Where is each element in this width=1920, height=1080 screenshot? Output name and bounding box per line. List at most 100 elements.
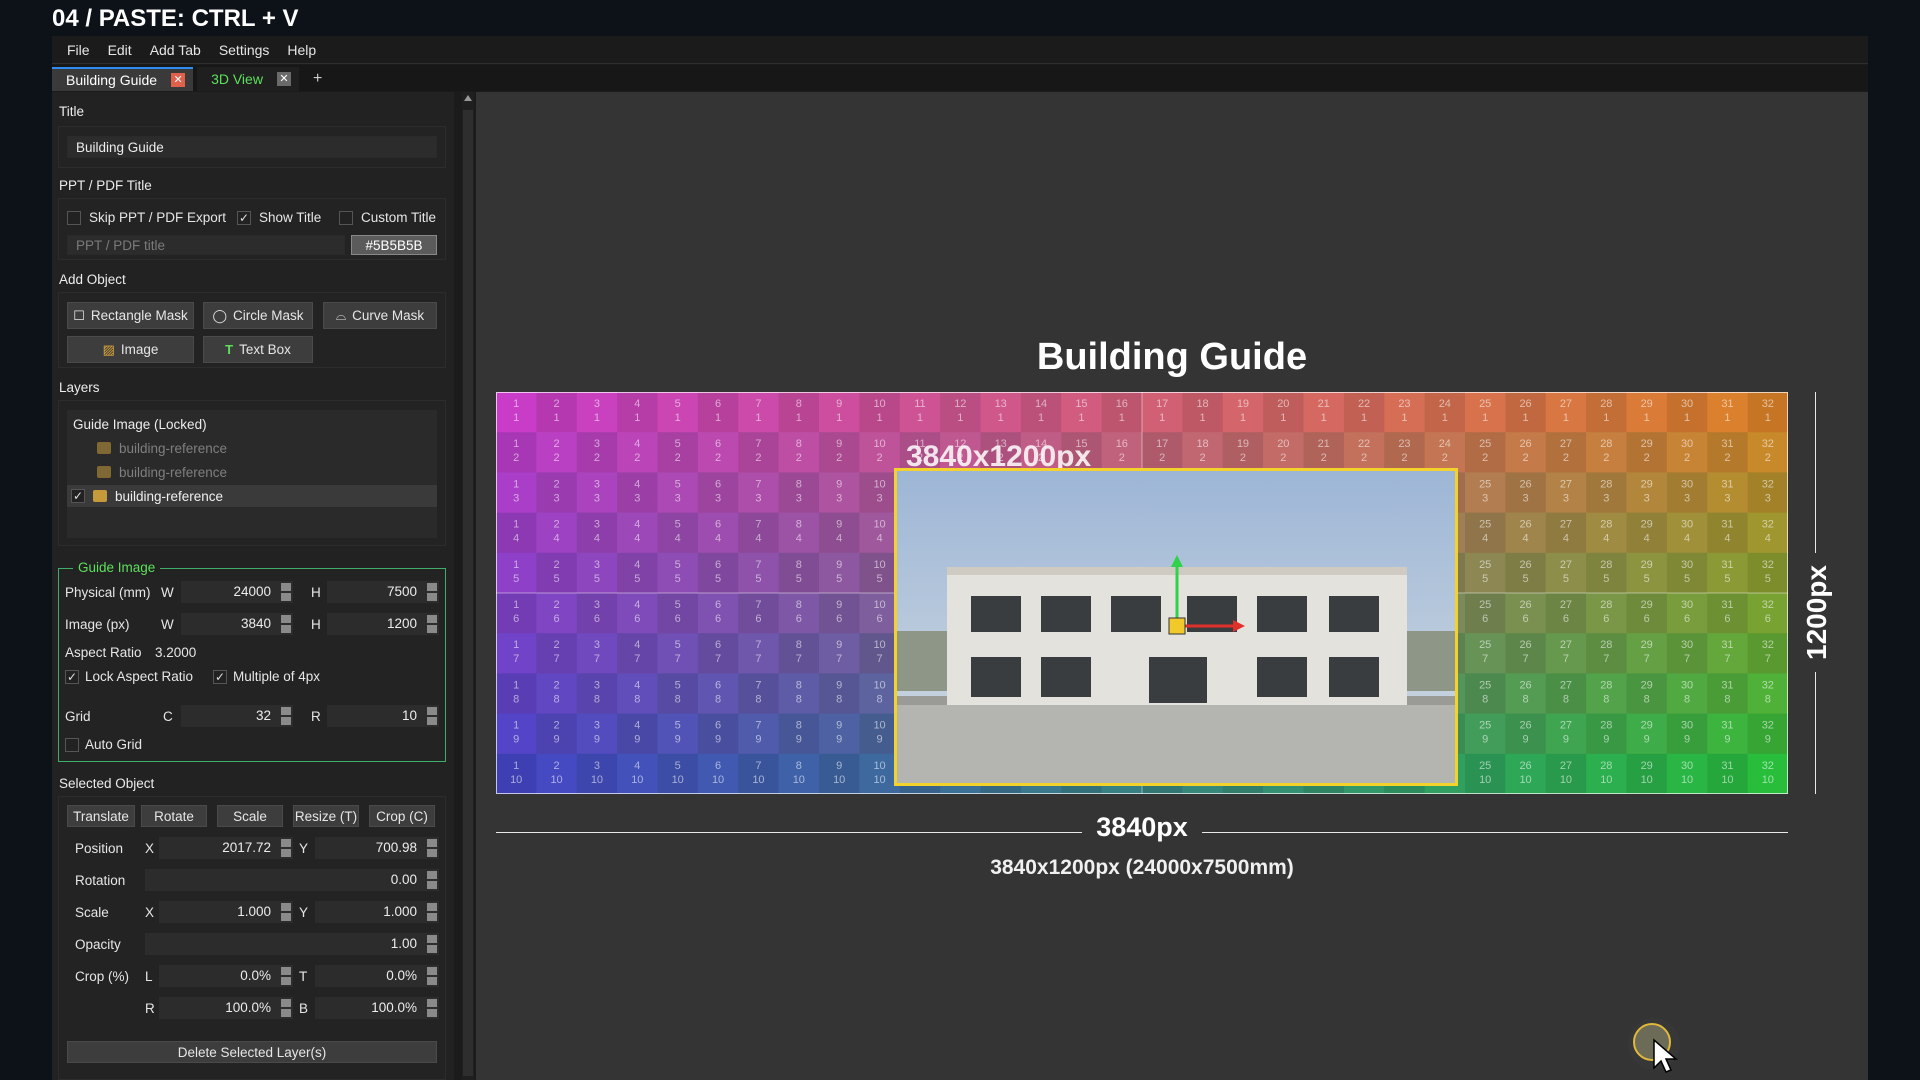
stepper-icon[interactable]: [281, 967, 291, 985]
grid-cell-row-number: 2: [1200, 452, 1206, 464]
grid-cell-col-number: 19: [1237, 398, 1249, 410]
close-icon[interactable]: ✕: [276, 72, 291, 86]
stepper-icon[interactable]: [281, 903, 291, 921]
grid-cell-col-number: 9: [836, 438, 842, 450]
translate-button[interactable]: Translate: [67, 805, 135, 827]
grid-cell-col-number: 9: [836, 720, 842, 732]
crop-button[interactable]: Crop (C): [369, 805, 435, 827]
layer-visible-checkbox[interactable]: ✓: [71, 489, 85, 503]
menu-settings[interactable]: Settings: [210, 36, 279, 64]
grid-cell-col-number: 30: [1681, 639, 1693, 651]
building-reference-image[interactable]: [894, 468, 1458, 786]
multiple-4px-label: Multiple of 4px: [233, 669, 321, 684]
rotation-input[interactable]: 0.00: [145, 869, 439, 891]
panel-scrollbar[interactable]: [462, 92, 474, 1080]
crop-left-input[interactable]: 0.0%: [159, 965, 293, 987]
grid-cell-row-number: 8: [675, 693, 681, 705]
multiple-4px-checkbox[interactable]: ✓: [213, 670, 227, 684]
grid-rows-input[interactable]: 10: [327, 705, 439, 727]
layer-item[interactable]: building-reference: [67, 437, 437, 459]
skip-export-checkbox[interactable]: [67, 211, 81, 225]
title-input[interactable]: Building Guide: [67, 136, 437, 158]
menu-help[interactable]: Help: [278, 36, 325, 64]
stepper-icon[interactable]: [281, 583, 291, 601]
scale-x-input[interactable]: 1.000: [159, 901, 293, 923]
scrollbar-thumb[interactable]: [463, 110, 473, 1076]
auto-grid-checkbox[interactable]: [65, 738, 79, 752]
lock-aspect-checkbox[interactable]: ✓: [65, 670, 79, 684]
grid-cell-row-number: 2: [513, 452, 519, 464]
ppt-title-input[interactable]: PPT / PDF title: [67, 235, 345, 255]
grid-cell-row-number: 1: [755, 412, 761, 424]
opacity-value: 1.00: [390, 936, 417, 951]
grid-columns-input[interactable]: 32: [181, 705, 293, 727]
grid-cell-row-number: 5: [554, 573, 560, 585]
custom-title-checkbox[interactable]: [339, 211, 353, 225]
canvas-viewport[interactable]: Building Guide 1 1 2 1 3 1 4 1 5 1 6 1 7 1 8 1 9 1 10 1 11 1 1…: [476, 92, 1868, 1080]
close-icon[interactable]: ✕: [171, 73, 186, 87]
add-text-box-button[interactable]: T Text Box: [203, 336, 313, 363]
resize-button[interactable]: Resize (T): [293, 805, 359, 827]
stepper-icon[interactable]: [427, 839, 437, 857]
scroll-up-icon[interactable]: [464, 95, 472, 101]
stepper-icon[interactable]: [427, 903, 437, 921]
grid-cell-col-number: 29: [1641, 559, 1653, 571]
menu-add-tab[interactable]: Add Tab: [141, 36, 210, 64]
delete-selected-layers-button[interactable]: Delete Selected Layer(s): [67, 1041, 437, 1063]
crop-bottom-value: 100.0%: [371, 1000, 417, 1015]
stepper-icon[interactable]: [281, 615, 291, 633]
image-h-label: H: [311, 617, 321, 632]
stepper-icon[interactable]: [427, 967, 437, 985]
grid-cell-col-number: 3: [594, 519, 600, 531]
menu-file[interactable]: File: [58, 36, 99, 64]
position-y-input[interactable]: 700.98: [315, 837, 439, 859]
physical-width-input[interactable]: 24000: [181, 581, 293, 603]
position-x-input[interactable]: 2017.72: [159, 837, 293, 859]
add-image-button[interactable]: ▨ Image: [67, 336, 194, 363]
stepper-icon[interactable]: [427, 707, 437, 725]
grid-cell-row-number: 8: [1523, 693, 1529, 705]
add-tab-button[interactable]: +: [303, 67, 332, 91]
grid-cell-row-number: 1: [1240, 412, 1246, 424]
grid-cell-row-number: 4: [634, 533, 640, 545]
layer-item-selected[interactable]: ✓ building-reference: [67, 485, 437, 507]
crop-bottom-input[interactable]: 100.0%: [315, 997, 439, 1019]
title-color-swatch[interactable]: #5B5B5B: [351, 235, 437, 255]
tab-building-guide[interactable]: Building Guide ✕: [52, 67, 194, 91]
tab-3d-view[interactable]: 3D View ✕: [197, 67, 299, 91]
circle-mask-button[interactable]: ◯ Circle Mask: [203, 302, 313, 329]
stepper-icon[interactable]: [281, 999, 291, 1017]
crop-top-input[interactable]: 0.0%: [315, 965, 439, 987]
grid-cell-col-number: 6: [715, 720, 721, 732]
grid-cell-row-number: 6: [513, 613, 519, 625]
opacity-input[interactable]: 1.00: [145, 933, 439, 955]
grid-cell-row-number: 4: [1644, 533, 1650, 545]
stepper-icon[interactable]: [427, 871, 437, 889]
scale-y-input[interactable]: 1.000: [315, 901, 439, 923]
transform-gizmo[interactable]: [897, 471, 1455, 783]
stepper-icon[interactable]: [281, 707, 291, 725]
image-width-input[interactable]: 3840: [181, 613, 293, 635]
show-title-checkbox[interactable]: ✓: [237, 211, 251, 225]
crop-right-input[interactable]: 100.0%: [159, 997, 293, 1019]
grid-cell-col-number: 8: [796, 720, 802, 732]
stepper-icon[interactable]: [281, 839, 291, 857]
grid-cell-row-number: 1: [877, 412, 883, 424]
grid-cell-col-number: 5: [675, 760, 681, 772]
stepper-icon[interactable]: [427, 999, 437, 1017]
rotate-button[interactable]: Rotate: [141, 805, 207, 827]
grid-cell-col-number: 19: [1237, 438, 1249, 450]
image-height-input[interactable]: 1200: [327, 613, 439, 635]
scale-button[interactable]: Scale: [217, 805, 283, 827]
grid-cell-col-number: 8: [796, 398, 802, 410]
stepper-icon[interactable]: [427, 935, 437, 953]
grid-cell-col-number: 30: [1681, 720, 1693, 732]
stepper-icon[interactable]: [427, 583, 437, 601]
physical-height-input[interactable]: 7500: [327, 581, 439, 603]
layer-group-guide-image[interactable]: Guide Image (Locked): [67, 413, 437, 435]
layer-item[interactable]: building-reference: [67, 461, 437, 483]
menu-edit[interactable]: Edit: [99, 36, 141, 64]
stepper-icon[interactable]: [427, 615, 437, 633]
curve-mask-button[interactable]: ⌓ Curve Mask: [323, 302, 437, 329]
rectangle-mask-button[interactable]: ☐ Rectangle Mask: [67, 302, 194, 329]
